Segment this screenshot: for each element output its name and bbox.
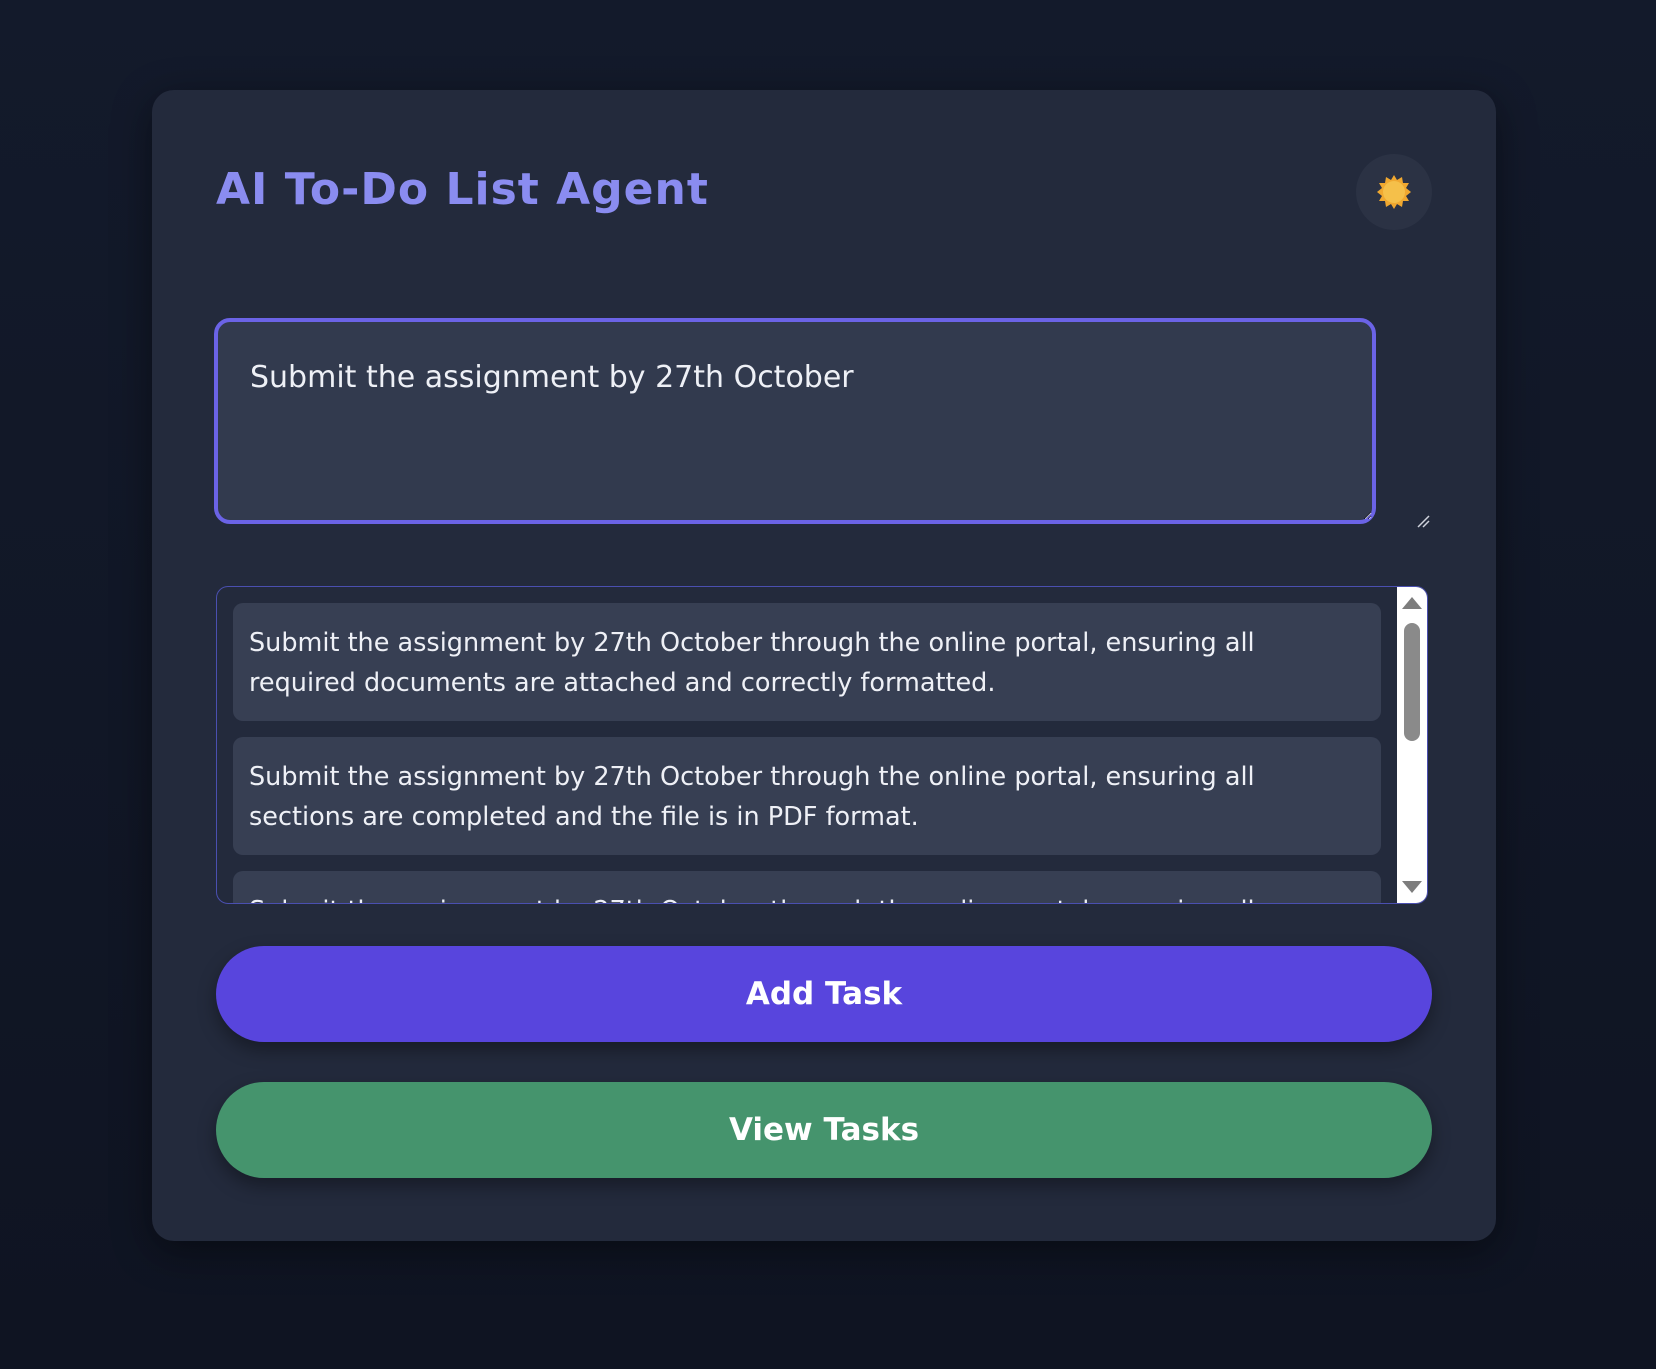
scroll-down-arrow-icon[interactable] (1402, 881, 1422, 893)
suggestion-item[interactable]: Submit the assignment by 27th October th… (233, 603, 1381, 721)
suggestion-item[interactable]: Submit the assignment by 27th October th… (233, 871, 1381, 903)
suggestion-item[interactable]: Submit the assignment by 27th October th… (233, 737, 1381, 855)
theme-toggle-button[interactable] (1356, 154, 1432, 230)
scroll-thumb[interactable] (1404, 623, 1420, 741)
suggestions-panel[interactable]: Submit the assignment by 27th October th… (216, 586, 1428, 904)
scroll-up-arrow-icon[interactable] (1402, 597, 1422, 609)
page-title: AI To-Do List Agent (216, 164, 709, 215)
task-input[interactable] (214, 318, 1376, 524)
resize-handle-icon[interactable] (1416, 514, 1430, 528)
scrollbar[interactable] (1397, 587, 1427, 903)
add-task-button[interactable]: Add Task (216, 946, 1432, 1042)
suggestion-list: Submit the assignment by 27th October th… (217, 587, 1397, 903)
view-tasks-button[interactable]: View Tasks (216, 1082, 1432, 1178)
todo-card: AI To-Do List Agent Submit the assignmen… (152, 90, 1496, 1241)
sun-icon (1377, 175, 1411, 209)
